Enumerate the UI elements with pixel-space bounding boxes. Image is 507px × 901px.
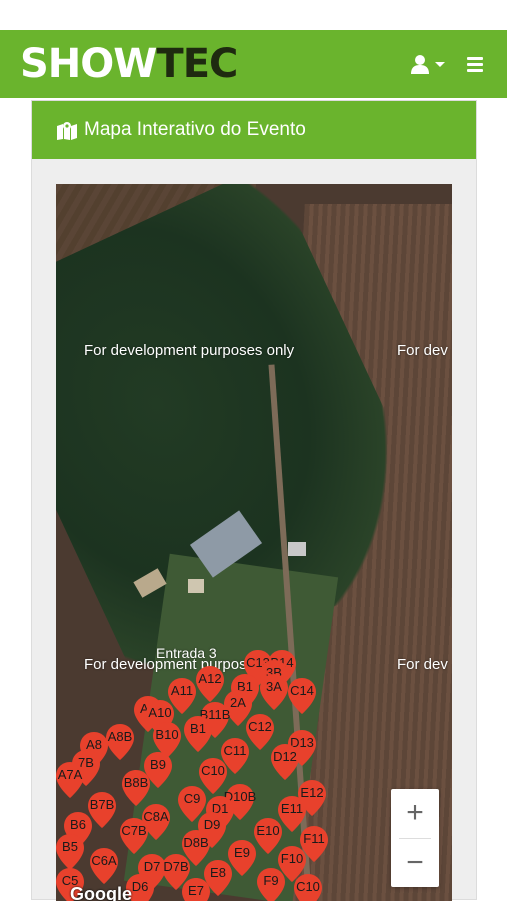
- map-marker-label: B7B: [89, 797, 115, 812]
- card-title: Mapa Interativo do Evento: [84, 119, 306, 140]
- map-card: Mapa Interativo do Evento For developmen…: [31, 100, 477, 901]
- map-marker-label: C10: [201, 763, 225, 778]
- map-marker-label: B6: [70, 817, 86, 832]
- map-marker-pin[interactable]: C14: [288, 678, 316, 714]
- map-marker-pin[interactable]: B1: [184, 716, 212, 752]
- map-marker-label: A10: [148, 705, 172, 720]
- map-marker-pin[interactable]: F9: [257, 868, 285, 901]
- chevron-down-icon: [435, 61, 445, 67]
- map-marker-pin[interactable]: B8B: [122, 770, 150, 806]
- map-marker-label: A7A: [57, 767, 83, 782]
- map-marker-label: E7: [188, 883, 204, 898]
- map-marker-label: F9: [263, 873, 279, 888]
- map-marker-label: A11: [170, 683, 194, 698]
- zoom-control: + −: [391, 789, 439, 887]
- map-building: [188, 579, 204, 593]
- google-attribution: Google: [70, 884, 132, 901]
- map-marker-label: C11: [223, 743, 247, 758]
- dev-watermark: For dev: [397, 656, 448, 673]
- card-header: Mapa Interativo do Evento: [32, 101, 476, 159]
- map-marker-label: F10: [280, 851, 304, 866]
- user-menu-button[interactable]: [411, 54, 445, 74]
- map-marker-label: C10: [296, 879, 320, 894]
- map-marker-label: C14: [290, 683, 314, 698]
- map-marker-pin[interactable]: E7: [182, 878, 210, 901]
- map-marker-label: E11: [280, 801, 304, 816]
- top-navbar: SHOW TEC: [0, 30, 507, 98]
- zoom-in-button[interactable]: +: [391, 789, 439, 838]
- map-marked-icon: [57, 122, 77, 140]
- map-marker-label: B8B: [123, 775, 149, 790]
- map-marker-label: C7B: [121, 823, 147, 838]
- map-marker-label: F11: [303, 831, 325, 846]
- map-marker-label: E9: [234, 845, 250, 860]
- zoom-out-button[interactable]: −: [391, 839, 439, 888]
- map-marker-pin[interactable]: D12: [271, 744, 299, 780]
- map-marker-label: E10: [256, 823, 280, 838]
- logo-part-2: TEC: [156, 41, 238, 87]
- map-marker-label: D7B: [163, 859, 189, 874]
- dev-watermark: For development purposes only: [84, 342, 295, 359]
- hamburger-menu-icon[interactable]: [467, 56, 483, 72]
- status-area: [0, 0, 507, 30]
- map-marker-pin[interactable]: A7A: [56, 762, 84, 798]
- map-marker-label: B1: [190, 721, 206, 736]
- map-marker-label: D8B: [183, 835, 209, 850]
- map-building: [288, 542, 306, 556]
- interactive-map[interactable]: For development purposes only For dev Fo…: [56, 184, 452, 901]
- user-icon: [411, 55, 429, 74]
- dev-watermark: For dev: [397, 342, 448, 359]
- map-marker-label: C12: [248, 719, 272, 734]
- map-marker-pin[interactable]: C7B: [120, 818, 148, 854]
- map-marker-pin[interactable]: C6A: [90, 848, 118, 884]
- map-marker-label: D12: [273, 749, 297, 764]
- map-marker-pin[interactable]: C10: [294, 874, 322, 901]
- navbar-actions: [411, 54, 483, 74]
- map-marker-label: B5: [62, 839, 78, 854]
- map-marker-pin[interactable]: B5: [56, 834, 84, 870]
- map-marker-label: C6A: [91, 853, 117, 868]
- showtec-logo[interactable]: SHOW TEC: [20, 41, 238, 87]
- entrance-label: Entrada 3: [156, 645, 217, 661]
- logo-part-1: SHOW: [20, 41, 157, 87]
